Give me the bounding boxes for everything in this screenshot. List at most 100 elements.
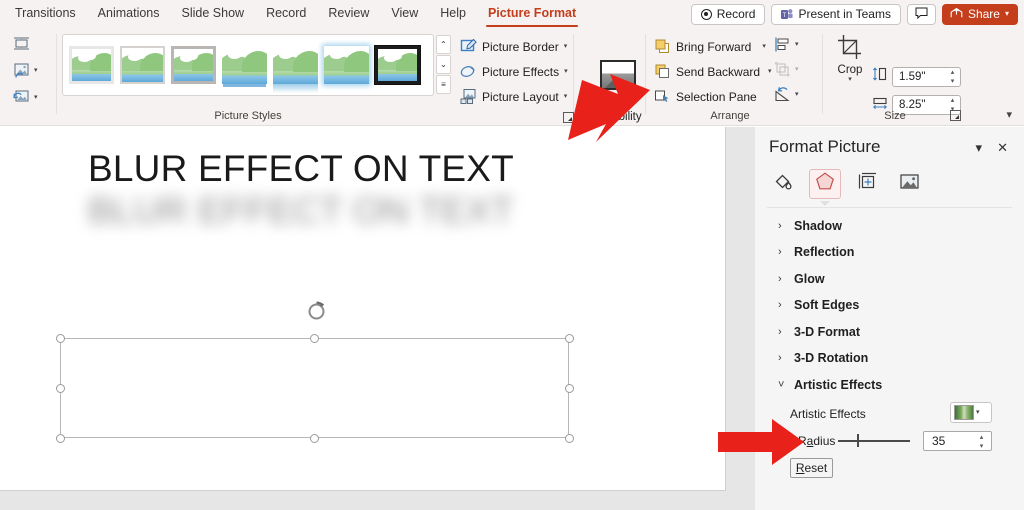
radius-slider-thumb[interactable] bbox=[857, 434, 859, 447]
record-button[interactable]: Record bbox=[690, 3, 766, 25]
pane-tab-bar bbox=[767, 169, 925, 206]
change-picture-chevron-down-icon[interactable]: ▾ bbox=[34, 67, 38, 74]
bring-forward-button[interactable]: Bring Forward ▾ bbox=[650, 34, 768, 59]
fill-and-line-icon bbox=[773, 171, 794, 197]
selection-handle-top-right[interactable] bbox=[565, 334, 574, 343]
picture-layout-icon bbox=[460, 88, 477, 105]
crop-chevron-down-icon[interactable]: ▾ bbox=[830, 76, 870, 83]
picture-layout-button[interactable]: Picture Layout ▾ bbox=[456, 84, 567, 109]
align-objects-button[interactable]: ▾ bbox=[772, 32, 799, 57]
pane-section-artistic-effects-label: Artistic Effects bbox=[794, 378, 883, 392]
pane-close-button[interactable]: ✕ bbox=[997, 140, 1008, 156]
gallery-scroll-down-button[interactable]: ⌄ bbox=[436, 55, 451, 74]
selection-handle-top-center[interactable] bbox=[310, 334, 319, 343]
pane-tab-effects[interactable] bbox=[809, 169, 841, 206]
reset-picture-icon bbox=[12, 88, 31, 107]
reset-picture-chevron-down-icon[interactable]: ▾ bbox=[34, 94, 38, 101]
tab-animations[interactable]: Animations bbox=[88, 2, 170, 26]
size-dialog-launcher-icon[interactable] bbox=[950, 110, 961, 121]
picture-style-thumb[interactable] bbox=[324, 46, 369, 84]
selection-handle-bottom-left[interactable] bbox=[56, 434, 65, 443]
picture-style-thumb[interactable] bbox=[171, 46, 216, 84]
pane-section-3d-format[interactable]: › 3-D Format bbox=[778, 325, 860, 339]
selection-handle-middle-right[interactable] bbox=[565, 384, 574, 393]
artistic-effects-chevron-down-icon[interactable]: ▾ bbox=[976, 409, 980, 416]
shape-height-stepper[interactable]: ▴ ▾ bbox=[948, 69, 957, 85]
present-in-teams-button[interactable]: T Present in Teams bbox=[771, 3, 901, 25]
share-chevron-down-icon[interactable]: ▾ bbox=[1005, 10, 1009, 18]
rotate-objects-button[interactable]: ▾ bbox=[772, 82, 799, 107]
width-spin-up[interactable]: ▴ bbox=[948, 97, 957, 104]
pane-tab-picture[interactable] bbox=[893, 169, 925, 199]
pane-collapse-button[interactable]: ▾ bbox=[975, 140, 982, 156]
picture-style-thumb[interactable] bbox=[120, 46, 165, 84]
pane-tab-size-and-properties[interactable] bbox=[851, 169, 883, 199]
pane-section-artistic-effects[interactable]: ˅ Artistic Effects bbox=[778, 378, 882, 392]
picture-border-chevron-down-icon[interactable]: ▾ bbox=[564, 43, 568, 50]
shape-height-value: 1.59" bbox=[899, 70, 926, 83]
selection-bounding-box[interactable] bbox=[60, 338, 569, 438]
tab-view[interactable]: View bbox=[381, 2, 428, 26]
shape-height-input[interactable]: 1.59" ▴ ▾ bbox=[892, 66, 961, 87]
shape-height-row: 1.59" ▴ ▾ bbox=[872, 66, 961, 87]
tab-help[interactable]: Help bbox=[430, 2, 476, 26]
radius-slider-track[interactable] bbox=[838, 440, 910, 442]
pane-section-shadow[interactable]: › Shadow bbox=[778, 219, 842, 233]
tab-record[interactable]: Record bbox=[256, 2, 316, 26]
tab-transitions[interactable]: Transitions bbox=[5, 2, 86, 26]
selection-handle-middle-left[interactable] bbox=[56, 384, 65, 393]
radius-stepper[interactable]: ▴ ▾ bbox=[977, 434, 986, 450]
height-spin-up[interactable]: ▴ bbox=[948, 69, 957, 76]
pane-section-3d-rotation[interactable]: › 3-D Rotation bbox=[778, 351, 868, 365]
gallery-more-button[interactable]: ≡ bbox=[436, 75, 451, 94]
radius-spin-up[interactable]: ▴ bbox=[977, 434, 986, 441]
slide-canvas[interactable]: BLUR EFFECT ON TEXT BLUR EFFECT ON TEXT bbox=[0, 127, 726, 491]
bring-forward-chevron-down-icon[interactable]: ▾ bbox=[762, 43, 766, 50]
pane-section-glow[interactable]: › Glow bbox=[778, 272, 825, 286]
reset-picture-button[interactable]: ▾ bbox=[8, 84, 56, 111]
picture-style-thumb[interactable] bbox=[273, 46, 318, 93]
picture-style-thumb[interactable] bbox=[222, 46, 267, 84]
compress-pictures-button[interactable] bbox=[8, 30, 56, 57]
chevron-right-icon: › bbox=[778, 220, 782, 232]
radius-spin-down[interactable]: ▾ bbox=[977, 443, 986, 450]
picture-styles-gallery[interactable] bbox=[62, 34, 434, 96]
pane-section-reflection[interactable]: › Reflection bbox=[778, 245, 854, 259]
send-backward-icon bbox=[654, 63, 671, 80]
compress-pictures-icon bbox=[12, 34, 31, 53]
send-backward-button[interactable]: Send Backward ▾ bbox=[650, 59, 772, 84]
collapse-ribbon-button[interactable]: ▾ bbox=[1006, 108, 1012, 121]
align-chevron-down-icon[interactable]: ▾ bbox=[795, 41, 799, 48]
selection-handle-bottom-right[interactable] bbox=[565, 434, 574, 443]
tab-slide-show[interactable]: Slide Show bbox=[172, 2, 255, 26]
selection-pane-button[interactable]: Selection Pane bbox=[650, 84, 768, 109]
chevron-right-icon: › bbox=[778, 299, 782, 311]
picture-effects-button[interactable]: Picture Effects ▾ bbox=[456, 59, 568, 84]
selection-handle-top-left[interactable] bbox=[56, 334, 65, 343]
picture-style-thumb[interactable] bbox=[69, 46, 114, 84]
group-separator bbox=[822, 34, 823, 114]
radius-input[interactable]: 35 ▴ ▾ bbox=[923, 431, 992, 451]
shape-height-icon bbox=[872, 66, 888, 87]
artistic-effects-gallery-button[interactable]: ▾ bbox=[950, 402, 992, 423]
gallery-scroll-up-button[interactable]: ⌃ bbox=[436, 35, 451, 54]
pane-section-soft-edges[interactable]: › Soft Edges bbox=[778, 298, 859, 312]
gallery-scroll-controls[interactable]: ⌃ ⌄ ≡ bbox=[436, 35, 451, 95]
rotate-chevron-down-icon[interactable]: ▾ bbox=[795, 91, 799, 98]
artistic-effect-preview-icon bbox=[954, 405, 974, 420]
tab-review[interactable]: Review bbox=[318, 2, 379, 26]
pane-section-glow-label: Glow bbox=[794, 272, 825, 286]
comments-button[interactable] bbox=[906, 3, 936, 25]
height-spin-down[interactable]: ▾ bbox=[948, 78, 957, 85]
pane-tab-fill-and-line[interactable] bbox=[767, 169, 799, 199]
align-objects-icon bbox=[774, 36, 791, 53]
change-picture-button[interactable]: ▾ bbox=[8, 57, 56, 84]
tab-picture-format[interactable]: Picture Format bbox=[478, 2, 586, 27]
crop-button[interactable]: Crop ▾ bbox=[830, 34, 870, 83]
picture-style-thumb-selected[interactable] bbox=[374, 45, 421, 85]
crop-button-label: Crop bbox=[837, 64, 863, 76]
share-button[interactable]: Share ▾ bbox=[941, 3, 1018, 25]
rotate-handle-icon[interactable] bbox=[306, 301, 327, 322]
picture-border-button[interactable]: Picture Border ▾ bbox=[456, 34, 567, 59]
selection-handle-bottom-center[interactable] bbox=[310, 434, 319, 443]
